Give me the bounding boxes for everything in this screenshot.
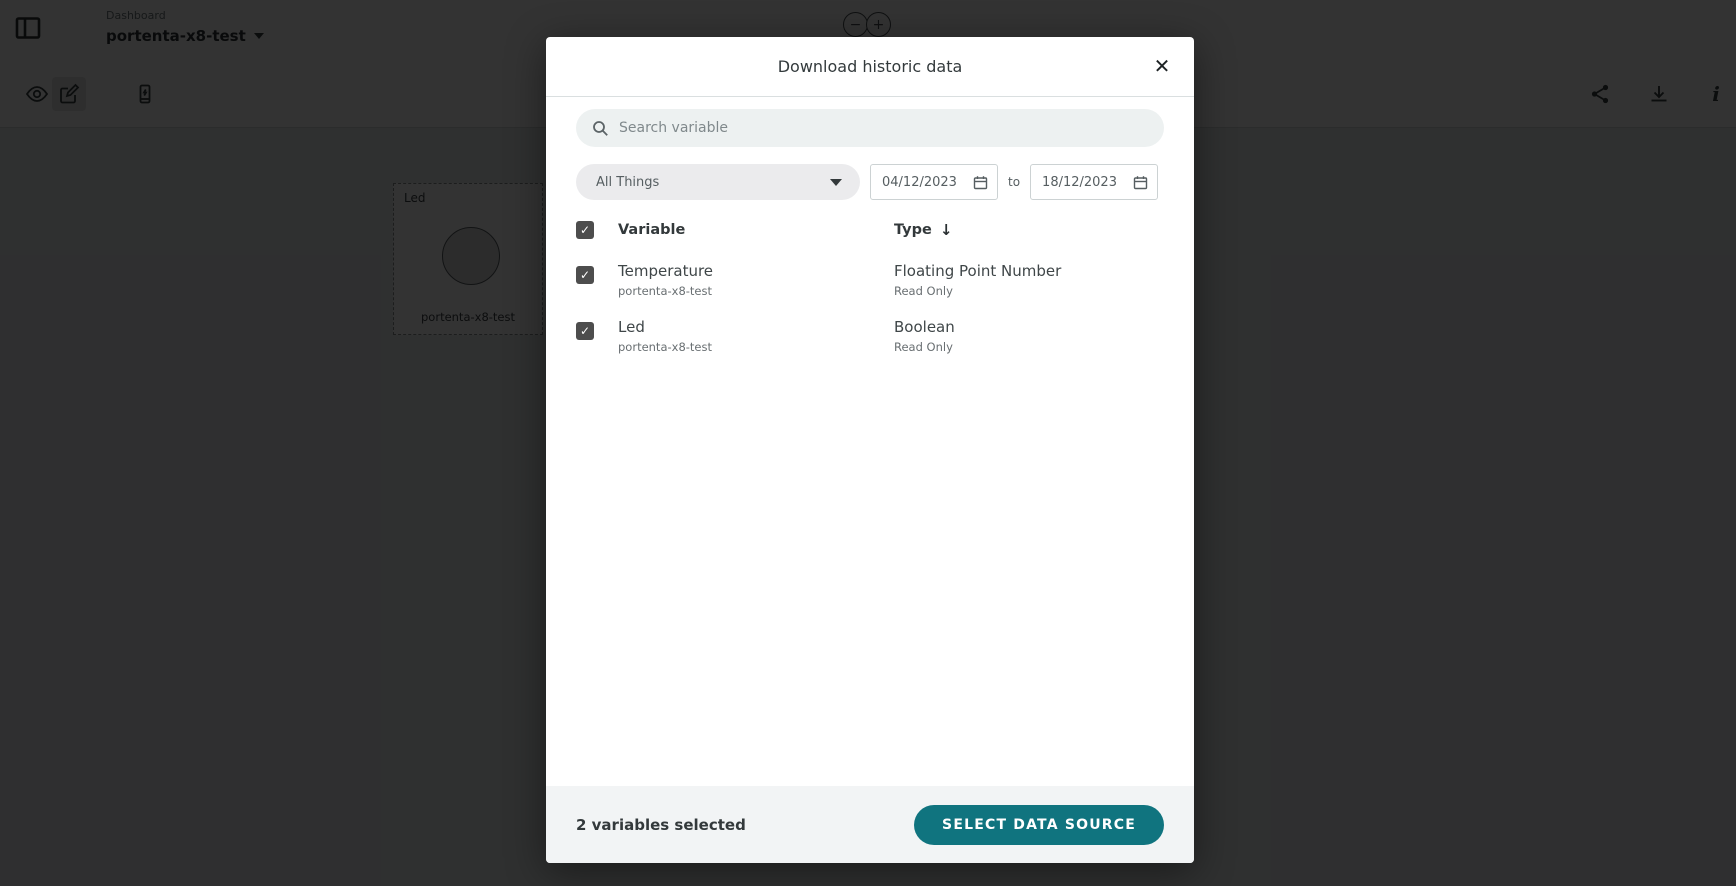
filter-row: All Things 04/12/2023 to 18/12/2023 xyxy=(576,164,1164,200)
table-row[interactable]: ✓ Led portenta-x8-test Boolean Read Only xyxy=(576,318,1164,354)
sort-descending-icon: ↓ xyxy=(940,221,953,239)
date-to-value: 18/12/2023 xyxy=(1042,175,1117,190)
table-row[interactable]: ✓ Temperature portenta-x8-test Floating … xyxy=(576,262,1164,298)
search-input[interactable] xyxy=(619,120,1164,136)
check-icon: ✓ xyxy=(580,325,590,337)
row-checkbox[interactable]: ✓ xyxy=(576,266,594,284)
check-icon: ✓ xyxy=(580,224,590,236)
variable-cell: Led portenta-x8-test xyxy=(618,318,894,354)
close-button[interactable]: ✕ xyxy=(1148,53,1176,81)
spacer xyxy=(576,354,1164,786)
variable-device: portenta-x8-test xyxy=(618,284,894,298)
modal-footer: 2 variables selected SELECT DATA SOURCE xyxy=(546,786,1194,863)
variable-device: portenta-x8-test xyxy=(618,340,894,354)
things-filter-dropdown[interactable]: All Things xyxy=(576,164,860,200)
close-icon: ✕ xyxy=(1154,56,1171,78)
variable-permission: Read Only xyxy=(894,340,1164,354)
select-all-checkbox[interactable]: ✓ xyxy=(576,221,594,239)
date-to-field[interactable]: 18/12/2023 xyxy=(1030,164,1158,200)
date-from-field[interactable]: 04/12/2023 xyxy=(870,164,998,200)
variable-name: Led xyxy=(618,318,894,336)
modal-title: Download historic data xyxy=(778,57,963,76)
variable-cell: Temperature portenta-x8-test xyxy=(618,262,894,298)
column-header-variable[interactable]: Variable xyxy=(618,222,894,238)
selected-count-label: 2 variables selected xyxy=(576,816,746,834)
things-filter-value: All Things xyxy=(596,175,659,190)
modal-body: All Things 04/12/2023 to 18/12/2023 xyxy=(546,97,1194,786)
chevron-down-icon xyxy=(830,179,842,186)
row-checkbox[interactable]: ✓ xyxy=(576,322,594,340)
variable-type: Boolean xyxy=(894,318,1164,336)
calendar-icon xyxy=(1133,175,1148,190)
type-cell: Floating Point Number Read Only xyxy=(894,262,1164,298)
variable-name: Temperature xyxy=(618,262,894,280)
variable-type: Floating Point Number xyxy=(894,262,1164,280)
variable-permission: Read Only xyxy=(894,284,1164,298)
check-icon: ✓ xyxy=(580,269,590,281)
column-header-type[interactable]: Type ↓ xyxy=(894,221,1164,239)
modal-header: Download historic data ✕ xyxy=(546,37,1194,97)
select-data-source-button[interactable]: SELECT DATA SOURCE xyxy=(914,805,1164,845)
type-cell: Boolean Read Only xyxy=(894,318,1164,354)
search-icon xyxy=(592,120,609,137)
date-from-value: 04/12/2023 xyxy=(882,175,957,190)
search-bar xyxy=(576,109,1164,147)
calendar-icon xyxy=(973,175,988,190)
date-range-to-label: to xyxy=(1008,175,1020,189)
variables-table-header: ✓ Variable Type ↓ xyxy=(576,218,1164,242)
download-historic-data-modal: Download historic data ✕ All Things 04/1… xyxy=(546,37,1194,863)
